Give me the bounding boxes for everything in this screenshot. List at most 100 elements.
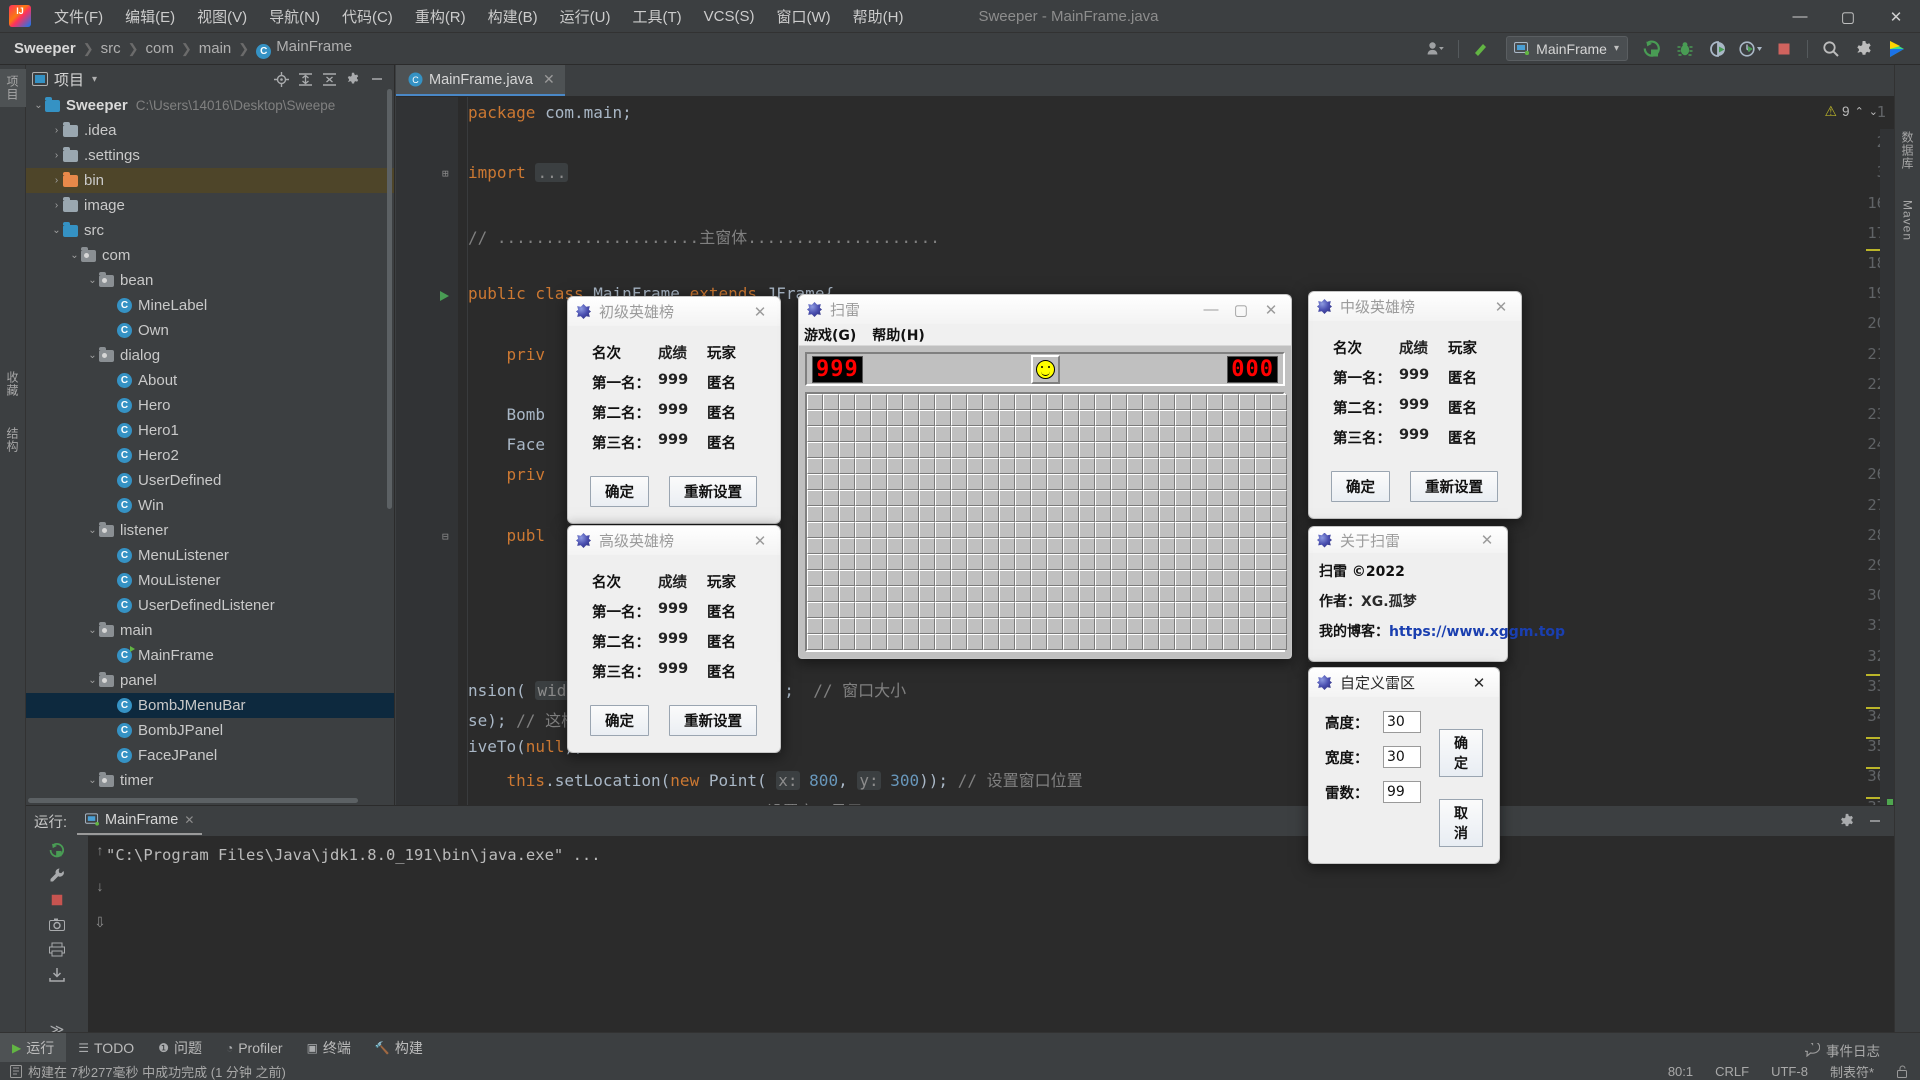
mine-cell[interactable] <box>919 490 935 506</box>
mine-cell[interactable] <box>1047 394 1063 410</box>
mine-cell[interactable] <box>1047 426 1063 442</box>
menu-0[interactable]: 文件(F) <box>43 2 114 31</box>
vcs-update-icon[interactable] <box>1467 36 1497 62</box>
mine-cell[interactable] <box>1079 506 1095 522</box>
mine-cell[interactable] <box>887 570 903 586</box>
mine-cell[interactable] <box>999 506 1015 522</box>
mine-cell[interactable] <box>871 538 887 554</box>
reset-button[interactable]: 重新设置 <box>669 476 757 507</box>
mine-cell[interactable] <box>1223 538 1239 554</box>
debug-icon[interactable] <box>1670 36 1700 62</box>
mine-cell[interactable] <box>855 602 871 618</box>
mine-cell[interactable] <box>1159 538 1175 554</box>
filter-icon[interactable]: ⇩ <box>94 914 106 931</box>
mine-cell[interactable] <box>1079 442 1095 458</box>
mine-cell[interactable] <box>1127 410 1143 426</box>
inspection-widget[interactable]: ⚠ 9 ⌃ ⌄ <box>1824 103 1878 120</box>
chevron-right-icon[interactable]: › <box>50 125 63 136</box>
tree-horizontal-scrollbar[interactable] <box>28 798 358 803</box>
tab-mainframe-java[interactable]: C MainFrame.java ✕ <box>396 65 565 96</box>
mine-cell[interactable] <box>855 618 871 634</box>
mine-cell[interactable] <box>1271 394 1287 410</box>
mine-cell[interactable] <box>983 442 999 458</box>
mine-cell[interactable] <box>1095 522 1111 538</box>
mine-cell[interactable] <box>1207 618 1223 634</box>
tree-node-image[interactable]: ›image <box>26 193 394 218</box>
mine-cell[interactable] <box>871 506 887 522</box>
tree-node-listener[interactable]: ⌄listener <box>26 518 394 543</box>
mine-cell[interactable] <box>1191 634 1207 650</box>
menu-1[interactable]: 编辑(E) <box>114 2 186 31</box>
mine-cell[interactable] <box>1127 602 1143 618</box>
bottom-tab-TODO[interactable]: ☰TODO <box>66 1033 146 1063</box>
menu-7[interactable]: 运行(U) <box>549 2 622 31</box>
mine-cell[interactable] <box>903 522 919 538</box>
mine-cell[interactable] <box>1239 538 1255 554</box>
mine-cell[interactable] <box>1127 634 1143 650</box>
mine-cell[interactable] <box>1063 618 1079 634</box>
mine-cell[interactable] <box>1207 394 1223 410</box>
tree-node-about[interactable]: CAbout <box>26 368 394 393</box>
mine-cell[interactable] <box>1127 394 1143 410</box>
mine-cell[interactable] <box>1207 570 1223 586</box>
run-tab-mainframe[interactable]: MainFrame ✕ <box>77 808 202 835</box>
mine-cell[interactable] <box>1239 634 1255 650</box>
dialog-title-bar[interactable]: 高级英雄榜 ✕ <box>567 525 781 555</box>
mine-cell[interactable] <box>1111 458 1127 474</box>
menu-11[interactable]: 帮助(H) <box>842 2 915 31</box>
mine-cell[interactable] <box>1191 506 1207 522</box>
chevron-down-icon[interactable]: ⌄ <box>86 625 99 636</box>
chevron-down-icon[interactable]: ⌄ <box>68 250 81 261</box>
mine-cell[interactable] <box>839 538 855 554</box>
tool-window-maven-label[interactable]: Maven <box>1901 194 1915 247</box>
tree-node-settings[interactable]: ›.settings <box>26 143 394 168</box>
mine-cell[interactable] <box>1175 474 1191 490</box>
mine-cell[interactable] <box>1271 506 1287 522</box>
ok-button[interactable]: 确定 <box>1331 471 1390 502</box>
mine-cell[interactable] <box>855 474 871 490</box>
mine-cell[interactable] <box>983 554 999 570</box>
mine-cell[interactable] <box>1079 410 1095 426</box>
mine-cell[interactable] <box>807 394 823 410</box>
mine-cell[interactable] <box>1143 506 1159 522</box>
mine-cell[interactable] <box>1047 506 1063 522</box>
mine-cell[interactable] <box>1127 490 1143 506</box>
maximize-button[interactable]: ▢ <box>1227 297 1255 323</box>
mine-cell[interactable] <box>903 458 919 474</box>
marker-warning[interactable] <box>1866 767 1880 769</box>
mine-cell[interactable] <box>1031 490 1047 506</box>
mine-cell[interactable] <box>1255 586 1271 602</box>
mine-cell[interactable] <box>1271 458 1287 474</box>
mine-cell[interactable] <box>1031 394 1047 410</box>
caret-position[interactable]: 80:1 <box>1668 1064 1693 1079</box>
mine-cell[interactable] <box>1223 586 1239 602</box>
mine-cell[interactable] <box>1143 570 1159 586</box>
mine-cell[interactable] <box>1079 394 1095 410</box>
mine-cell[interactable] <box>1047 490 1063 506</box>
mine-cell[interactable] <box>1175 602 1191 618</box>
mine-cell[interactable] <box>967 394 983 410</box>
mine-cell[interactable] <box>807 522 823 538</box>
search-icon[interactable] <box>1816 36 1846 62</box>
mine-cell[interactable] <box>1063 458 1079 474</box>
mine-cell[interactable] <box>1159 522 1175 538</box>
mine-cell[interactable] <box>1175 634 1191 650</box>
mine-cell[interactable] <box>1191 554 1207 570</box>
settings-icon[interactable] <box>1849 36 1879 62</box>
mine-cell[interactable] <box>1223 474 1239 490</box>
mine-cell[interactable] <box>951 410 967 426</box>
mine-cell[interactable] <box>807 634 823 650</box>
mine-cell[interactable] <box>1223 522 1239 538</box>
mine-cell[interactable] <box>967 442 983 458</box>
mine-cell[interactable] <box>1223 490 1239 506</box>
close-button[interactable]: ✕ <box>1872 0 1920 33</box>
mine-cell[interactable] <box>887 586 903 602</box>
mine-cell[interactable] <box>1127 522 1143 538</box>
dialog-title-bar[interactable]: 自定义雷区 ✕ <box>1308 667 1500 697</box>
mine-cell[interactable] <box>1127 570 1143 586</box>
mine-cell[interactable] <box>839 634 855 650</box>
mine-cell[interactable] <box>855 586 871 602</box>
mine-cell[interactable] <box>1191 458 1207 474</box>
mine-cell[interactable] <box>1255 506 1271 522</box>
mine-cell[interactable] <box>871 634 887 650</box>
